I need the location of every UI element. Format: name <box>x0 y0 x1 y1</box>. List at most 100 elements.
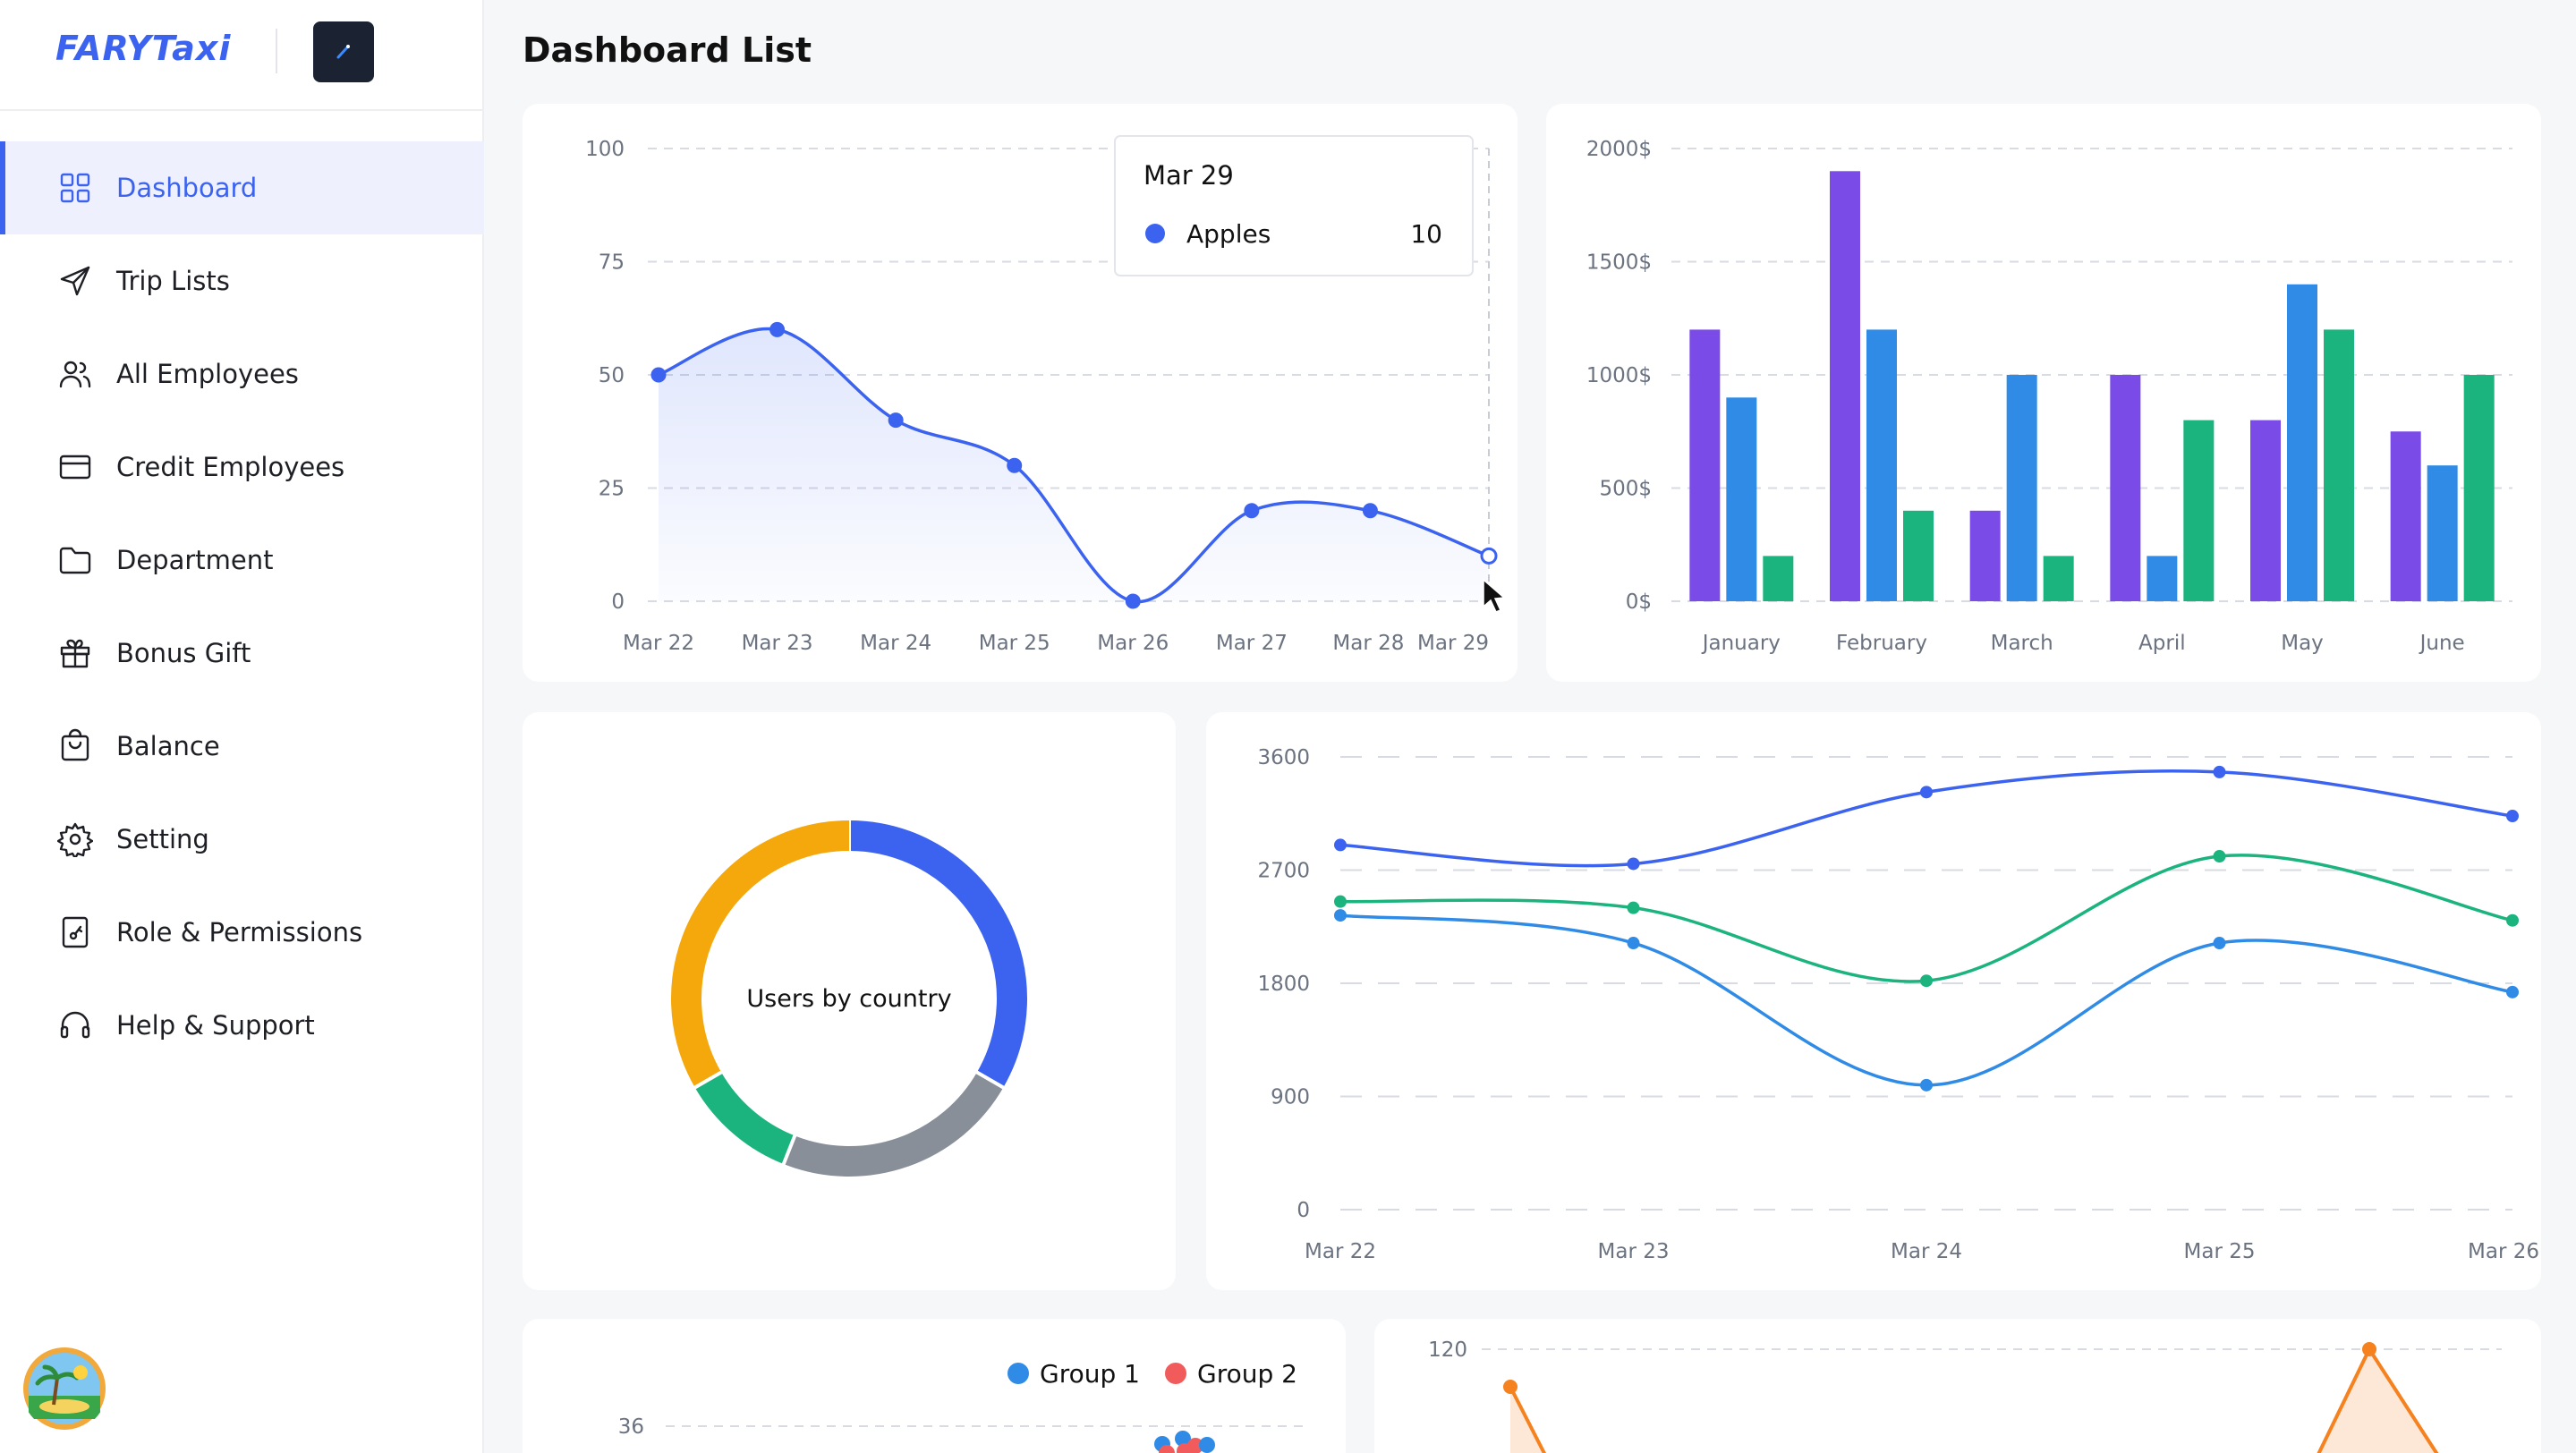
sidebar-nav: Dashboard Trip Lists All Employees Credit E… <box>0 141 484 1072</box>
bar <box>1866 329 1897 601</box>
y-tick-label: 3600 <box>1257 746 1310 769</box>
bar <box>2390 431 2421 601</box>
multi-line-chart[interactable]: 0 900 1800 2700 3600 Mar 22 Mar 23 Mar 24 Mar 25… <box>1206 712 2541 1290</box>
series-line <box>1339 769 2513 868</box>
x-tick-label: January <box>1701 632 1781 655</box>
x-tick-label: Mar 26 <box>1097 632 1169 655</box>
y-tick-label: 0 <box>611 591 625 614</box>
donut-slice <box>848 820 1027 1088</box>
y-tick-label: 2000$ <box>1586 138 1652 161</box>
data-point <box>2506 985 2519 998</box>
bar <box>2427 465 2458 601</box>
data-point <box>769 321 786 337</box>
multi-line-chart-card: 0 900 1800 2700 3600 Mar 22 Mar 23 Mar 24 Mar 25… <box>1206 712 2541 1290</box>
data-point <box>2506 913 2519 927</box>
tooltip-title: Mar 29 <box>1143 160 1234 191</box>
bar <box>2324 329 2354 601</box>
sidebar-item-label: Bonus Gift <box>116 638 251 668</box>
x-tick-label: Mar 29 <box>1417 632 1489 655</box>
users-by-country-donut-chart[interactable]: Users by country <box>523 712 1176 1290</box>
sidebar-item-setting[interactable]: Setting <box>0 793 484 886</box>
bar <box>2463 375 2495 601</box>
theme-toggle-button[interactable] <box>313 21 374 82</box>
bar <box>1689 329 1721 601</box>
data-point <box>650 367 667 383</box>
monthly-bar-chart-card: 0$ 500$ 1000$ 1500$ 2000$ January February Marc… <box>1546 104 2541 682</box>
data-point <box>1503 1380 1518 1394</box>
series-line <box>1339 913 2513 1087</box>
bag-icon <box>61 728 89 761</box>
y-tick-label: 500$ <box>1599 478 1652 501</box>
sidebar: FARYTaxi Dashboard Trip Lists All Employee… <box>0 0 484 1453</box>
data-point <box>1920 974 1933 988</box>
y-tick-label: 36 <box>618 1415 644 1439</box>
bar <box>2110 375 2141 601</box>
sidebar-item-label: Setting <box>116 824 209 854</box>
bar <box>1969 510 2001 601</box>
bar <box>2043 556 2074 601</box>
donut-slice <box>671 820 850 1088</box>
grid-icon <box>60 173 90 203</box>
y-tick-label: 0$ <box>1626 591 1652 614</box>
user-avatar[interactable] <box>21 1346 107 1432</box>
data-point <box>1334 909 1347 922</box>
sidebar-item-label: Dashboard <box>116 173 258 203</box>
data-point <box>1007 457 1023 473</box>
orange-area-chart[interactable]: 120 <box>1374 1319 2541 1453</box>
x-tick-label: Mar 23 <box>742 632 813 655</box>
sidebar-item-label: Role & Permissions <box>116 917 363 947</box>
group-scatter-chart-card: Group 1 Group 2 36 <box>523 1319 1346 1453</box>
brand-header: FARYTaxi <box>0 0 484 111</box>
group-scatter-chart[interactable]: Group 1 Group 2 36 <box>523 1319 1346 1453</box>
data-point <box>1627 857 1640 871</box>
sidebar-item-trip-lists[interactable]: Trip Lists <box>0 234 484 327</box>
app-logo[interactable]: FARYTaxi <box>55 29 231 68</box>
x-tick-label: Mar 26 <box>2468 1240 2539 1263</box>
credit-card-icon <box>59 455 91 480</box>
sidebar-item-label: All Employees <box>116 359 299 389</box>
users-icon <box>59 361 91 388</box>
x-tick-label: April <box>2138 632 2186 655</box>
sidebar-item-department[interactable]: Department <box>0 514 484 607</box>
y-tick-label: 1000$ <box>1586 364 1652 387</box>
legend-marker-group-2 <box>1165 1363 1186 1384</box>
tooltip-series-name: Apples <box>1186 219 1271 249</box>
x-tick-label: May <box>2281 632 2324 655</box>
donut-slice <box>783 1072 1004 1177</box>
sidebar-item-credit-employees[interactable]: Credit Employees <box>0 421 484 514</box>
tooltip-box <box>1114 135 1474 276</box>
sidebar-item-help-support[interactable]: Help & Support <box>0 979 484 1072</box>
data-point <box>1480 547 1498 565</box>
bar <box>2183 420 2215 601</box>
data-point <box>1334 895 1347 908</box>
folder-icon <box>59 547 91 574</box>
data-point <box>2362 1342 2376 1356</box>
sidebar-item-balance[interactable]: Balance <box>0 700 484 793</box>
sidebar-item-role-permissions[interactable]: Role & Permissions <box>0 886 484 979</box>
monthly-bar-chart[interactable]: 0$ 500$ 1000$ 1500$ 2000$ January February Marc… <box>1546 104 2541 682</box>
data-point <box>2213 850 2226 863</box>
page-title: Dashboard List <box>523 30 812 70</box>
donut-center-label: Users by country <box>746 985 951 1013</box>
area-fill <box>659 328 1489 602</box>
sidebar-item-dashboard[interactable]: Dashboard <box>0 141 484 234</box>
mouse-cursor-icon <box>1483 578 1506 613</box>
y-tick-label: 900 <box>1271 1086 1310 1109</box>
bar <box>1763 556 1794 601</box>
x-tick-label: Mar 23 <box>1598 1240 1670 1263</box>
donut-slice <box>694 1072 795 1165</box>
y-tick-label: 1500$ <box>1586 251 1652 275</box>
x-tick-label: Mar 28 <box>1332 632 1404 655</box>
x-tick-label: Mar 27 <box>1216 632 1288 655</box>
y-tick-label: 75 <box>599 251 625 275</box>
sidebar-item-all-employees[interactable]: All Employees <box>0 327 484 421</box>
data-point <box>1244 503 1260 519</box>
bar <box>2006 375 2037 601</box>
x-tick-label: June <box>2419 632 2465 655</box>
bar <box>1726 397 1757 601</box>
gear-icon <box>57 822 93 857</box>
y-tick-label: 1800 <box>1257 973 1310 996</box>
sidebar-item-label: Credit Employees <box>116 452 345 482</box>
apples-area-chart[interactable]: 0 25 50 75 100 Mar 22 Mar 23 Mar 24 Mar 25 Mar 26… <box>523 104 1518 682</box>
sidebar-item-bonus-gift[interactable]: Bonus Gift <box>0 607 484 700</box>
